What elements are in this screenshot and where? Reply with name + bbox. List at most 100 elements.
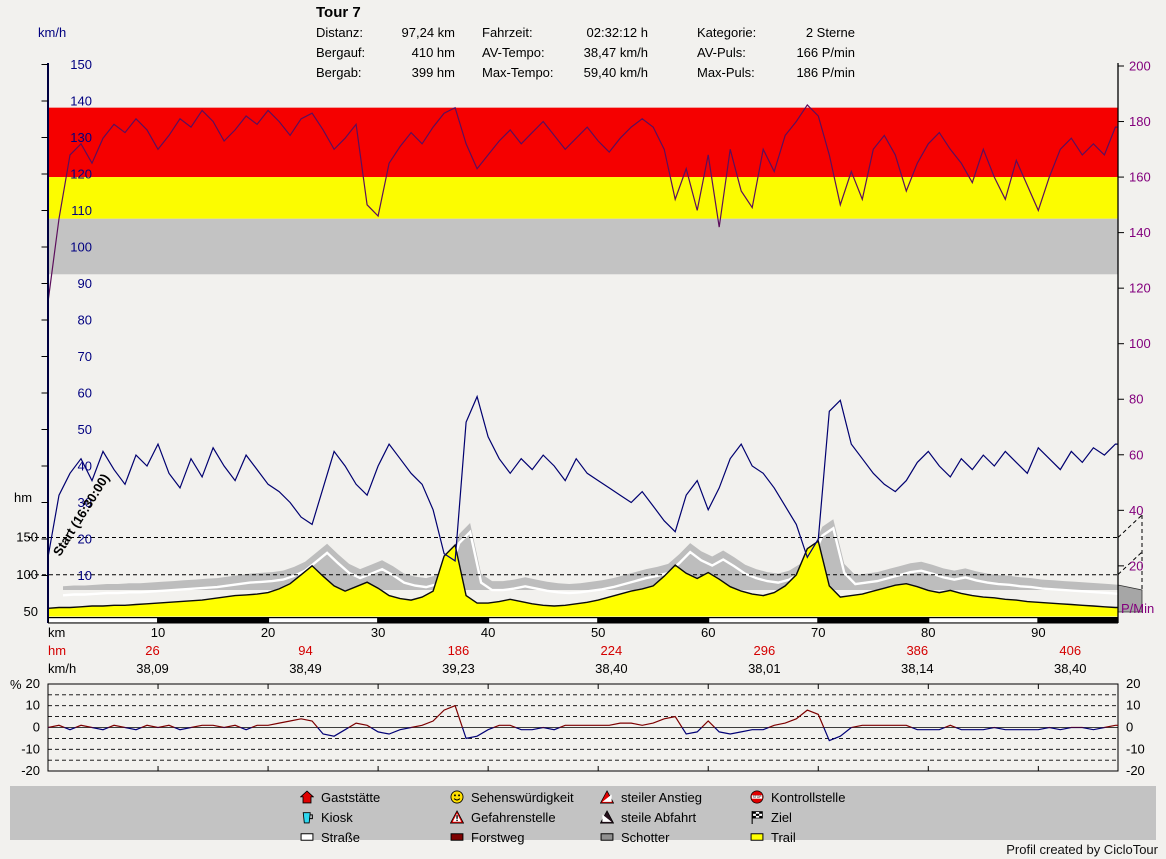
stop-icon: STOP (750, 790, 764, 804)
svg-text:STOP: STOP (753, 795, 762, 799)
axis-label: 50 (24, 604, 38, 619)
axis-label: 100 (70, 240, 92, 255)
km-scale-bar-segment (49, 618, 157, 622)
axis-label: 60 (1129, 447, 1143, 462)
axis-label: 100 (1129, 336, 1151, 351)
axis-label: 0 (1126, 720, 1133, 735)
legend-item: Forstweg (450, 829, 524, 845)
axis-label: 150 (70, 57, 92, 72)
axis-label: 20 (1129, 558, 1143, 573)
legend-item: Ziel (750, 809, 792, 825)
legend-item: Gefahrenstelle (450, 809, 556, 825)
axis-label: 10 (151, 625, 165, 640)
axis-label: 110 (71, 203, 92, 218)
legend-item: Kiosk (300, 809, 353, 825)
axis-label: 200 (1129, 59, 1151, 74)
legend-item-label: Gefahrenstelle (471, 810, 556, 825)
axis-label: % (10, 677, 22, 692)
axis-label: 296 (753, 643, 775, 658)
axis-label: -10 (21, 741, 40, 756)
hm-gridline-3d (1118, 515, 1142, 538)
axis-label: hm (48, 643, 66, 658)
axis-label: 60 (701, 625, 715, 640)
axis-label: 20 (261, 625, 275, 640)
axis-label: 38,01 (748, 661, 781, 676)
pulse-zone-band (48, 108, 1118, 177)
legend-item: steile Abfahrt (600, 809, 696, 825)
legend-item: Straße (300, 829, 360, 845)
legend-item-label: Gaststätte (321, 790, 380, 805)
road-swatch-icon (300, 830, 314, 844)
legend-item-label: Ziel (771, 810, 792, 825)
axis-label: 386 (906, 643, 928, 658)
axis-label: 224 (601, 643, 623, 658)
legend-item: Gaststätte (300, 789, 380, 805)
axis-label: 40 (481, 625, 495, 640)
axis-label: 60 (78, 386, 92, 401)
axis-label: 38,49 (289, 661, 322, 676)
axis-label: 160 (1129, 170, 1151, 185)
axis-label: 40 (78, 459, 92, 474)
axis-label: 120 (1129, 281, 1151, 296)
axis-label: 10 (1126, 698, 1140, 713)
legend-item-label: Schotter (621, 830, 669, 845)
axis-label: 20 (78, 532, 92, 547)
axis-label: 180 (1129, 114, 1151, 129)
legend-item-label: Forstweg (471, 830, 524, 845)
legend-item-label: steiler Anstieg (621, 790, 702, 805)
ascent-icon (600, 790, 614, 804)
axis-label: km/h (38, 25, 66, 40)
gravel-swatch-icon (600, 830, 614, 844)
axis-label: 140 (70, 94, 92, 109)
km-scale-bar-segment (269, 618, 377, 622)
axis-label: 40 (1129, 503, 1143, 518)
axis-label: 0 (33, 720, 40, 735)
axis-label: 30 (371, 625, 385, 640)
axis-label: 186 (448, 643, 470, 658)
house-icon (300, 790, 314, 804)
axis-label: 140 (1129, 225, 1151, 240)
axis-label: 38,14 (901, 661, 934, 676)
axis-label: 130 (70, 130, 92, 145)
legend-item: STOPKontrollstelle (750, 789, 845, 805)
legend-item-label: steile Abfahrt (621, 810, 696, 825)
axis-label: 10 (78, 568, 92, 583)
axis-label: P/Min (1121, 601, 1154, 616)
axis-label: 38,40 (595, 661, 628, 676)
axis-label: 38,09 (136, 661, 169, 676)
axis-label: 100 (16, 567, 38, 582)
legend-band: GaststätteKioskStraßeSehenswürdigkeitGef… (10, 786, 1156, 840)
legend-item-label: Sehenswürdigkeit (471, 790, 574, 805)
axis-label: 90 (78, 276, 92, 291)
axis-label: 50 (78, 422, 92, 437)
axis-label: 90 (1031, 625, 1045, 640)
pulse-zone-band (48, 219, 1118, 275)
profile-chart-svg: 102030405060708090100110120130140150km/h… (0, 0, 1166, 786)
axis-label: 80 (78, 313, 92, 328)
axis-label: 406 (1059, 643, 1081, 658)
axis-label: 80 (1129, 392, 1143, 407)
descent-icon (600, 810, 614, 824)
danger-icon (450, 810, 464, 824)
legend-item-label: Kiosk (321, 810, 353, 825)
gradient-line-downhill (48, 706, 1118, 741)
km-scale-bar-segment (929, 618, 1037, 622)
legend-item: steiler Anstieg (600, 789, 702, 805)
axis-label: 50 (591, 625, 605, 640)
axis-label: hm (14, 490, 32, 505)
axis-label: 80 (921, 625, 935, 640)
axis-label: 10 (26, 698, 40, 713)
axis-label: km (48, 625, 65, 640)
axis-label: 120 (70, 167, 92, 182)
legend-item: Trail (750, 829, 796, 845)
km-scale-bar-segment (489, 618, 597, 622)
legend-item-label: Trail (771, 830, 796, 845)
axis-label: km/h (48, 661, 76, 676)
axis-label: -20 (21, 763, 40, 778)
axis-label: 70 (811, 625, 825, 640)
legend-item: Sehenswürdigkeit (450, 789, 574, 805)
smiley-icon (450, 790, 464, 804)
axis-label: 20 (1126, 676, 1140, 691)
credit-text: Profil created by CicloTour (1006, 842, 1158, 857)
pulse-zone-band (48, 177, 1118, 219)
